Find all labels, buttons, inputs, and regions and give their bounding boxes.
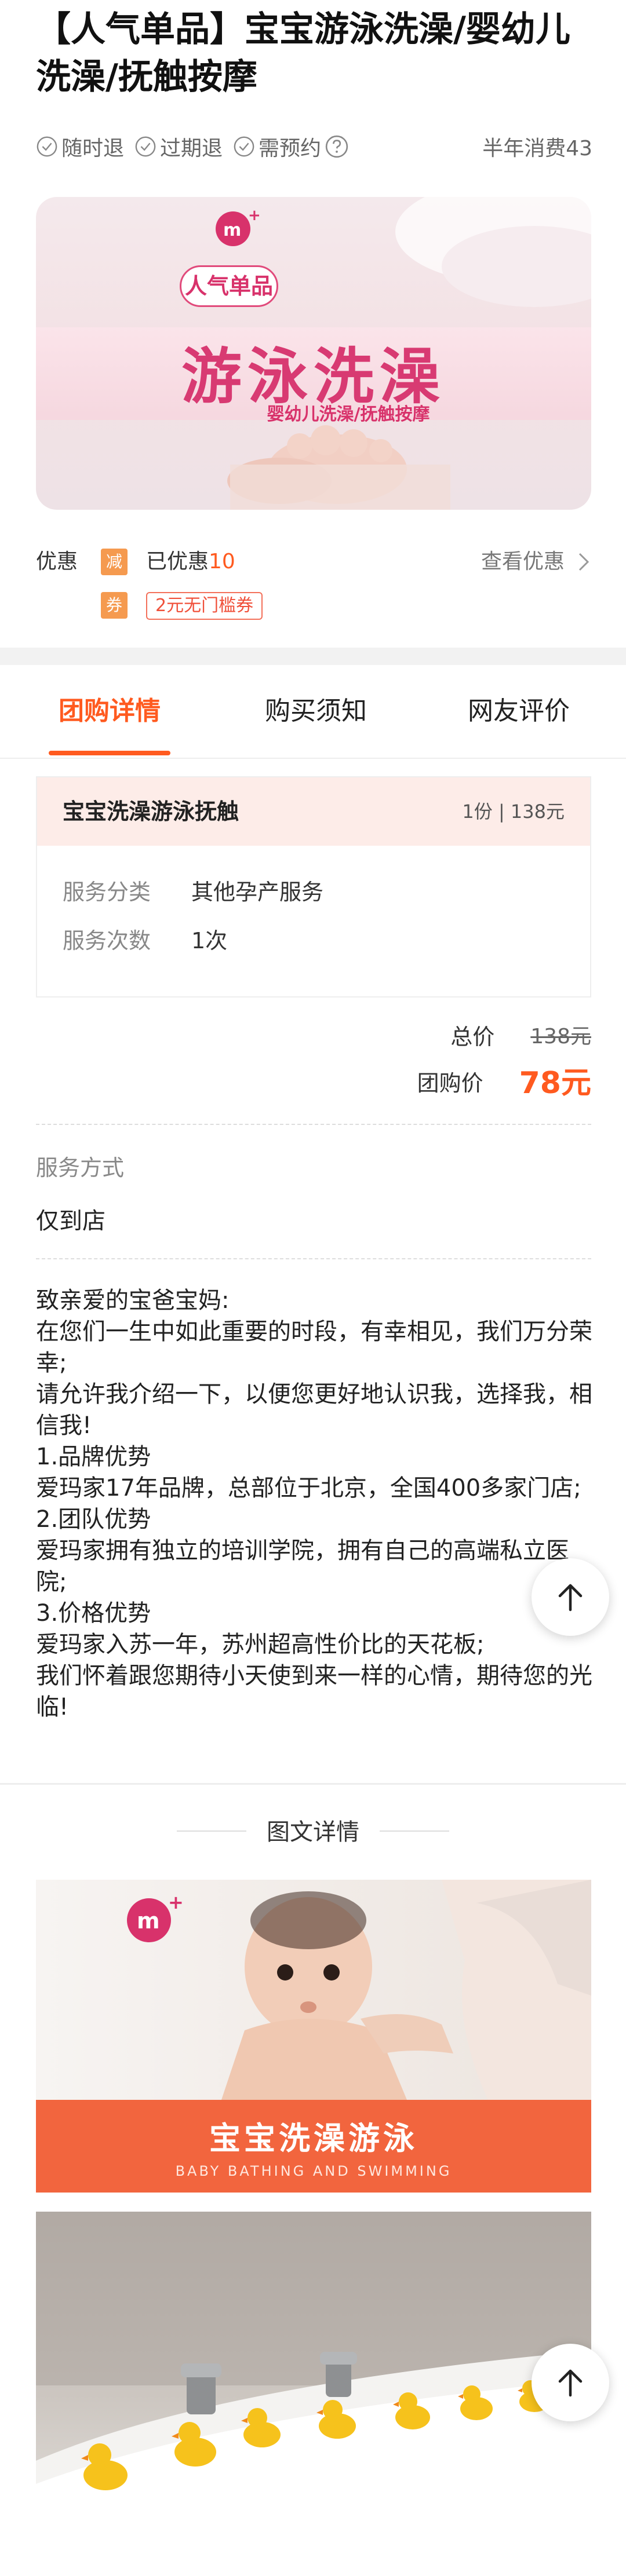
description-line: 请允许我介绍一下，以便您更好地认识我，选择我，相信我! [36,1381,592,1439]
description-line: 我们怀着跟您期待小天使到来一样的心情，期待您的光临! [36,1662,592,1720]
description-line: 爱玛家拥有独立的培训学院，拥有自己的高端私立医院; [36,1537,569,1595]
description-line: 3.价格优势 [36,1600,151,1627]
tag-reservation: 需预约 [233,131,349,162]
hero-subheadline: 婴幼儿洗澡/抚触按摩 [267,404,430,425]
saved-number: 10 [209,550,235,573]
saved-prefix: 已优惠 [146,550,209,573]
description-line: 致亲爱的宝爸宝妈: [36,1287,230,1314]
coupon-badge: 券 [101,592,128,619]
description-line: 在您们一生中如此重要的时段，有幸相见，我们万分荣幸; [36,1318,592,1376]
section-gap [0,648,626,665]
tag-label: 随时退 [61,137,125,160]
row-key: 服务次数 [63,928,151,953]
description-line: 爱玛家入苏一年，苏州超高性价比的天花板; [36,1631,485,1658]
merchant-description: 致亲爱的宝爸宝妈: 在您们一生中如此重要的时段，有幸相见，我们万分荣幸; 请允许… [36,1285,592,1723]
detail-image-tub [36,2212,591,2576]
discount-badge: 减 [101,549,128,575]
coupon-chip[interactable]: 2元无门槛券 [146,592,263,620]
tag-anytime-refund: 随时退 [36,131,124,162]
tab-purchase-notes[interactable]: 购买须知 [255,665,377,758]
package-header: 宝宝洗澡游泳抚触 1份 | 138元 [37,777,590,846]
dashed-divider [36,1124,591,1125]
sales-count: 半年消费43 [482,137,592,160]
package-quantity: 1份 | 138元 [462,801,565,823]
view-discounts-link[interactable]: 查看优惠 [481,545,592,579]
package-row-category: 服务分类 其他孕产服务 [63,869,323,915]
bathing-banner: 宝宝洗澡游泳 BABY BATHING AND SWIMMING [36,2100,591,2193]
hero-image: m + 人气单品 游泳洗澡 婴幼儿洗澡/抚触按摩 [36,197,591,510]
deal-label: 团购价 [417,1070,483,1096]
hero-tag: 人气单品 [180,265,278,307]
arrow-up-icon [558,1584,583,1612]
check-circle-icon [135,136,156,157]
section-divider [0,1783,626,1785]
dashed-divider [36,1258,591,1259]
total-price-row: 总价 138元 [450,1014,591,1060]
svg-text:+: + [248,207,261,224]
package-row-count: 服务次数 1次 [63,918,227,964]
question-circle-icon[interactable] [325,134,349,159]
tag-expired-refund: 过期退 [134,131,223,162]
deal-price: 78元 [519,1066,591,1101]
coupon-label: 优惠 [36,550,78,573]
view-discounts-label: 查看优惠 [481,550,565,573]
row-value: 其他孕产服务 [191,879,324,905]
tab-group-details[interactable]: 团购详情 [49,665,170,758]
detail-tabs: 团购详情 购买须知 网友评价 [0,665,626,759]
check-circle-icon [37,136,57,157]
description-line: 爱玛家17年品牌，总部位于北京，全国400多家门店; [36,1475,581,1501]
chevron-right-icon [578,553,589,571]
total-label: 总价 [450,1024,495,1050]
detail-image-bathing: m + 宝宝洗澡游泳 BABY BATHING AND SWIMMING [36,1880,591,2193]
check-circle-icon [234,136,254,157]
arrow-up-icon [558,2369,583,2397]
row-value: 1次 [191,928,228,953]
bathtub-ducks-photo [36,2212,591,2576]
back-to-top-button[interactable] [532,1558,609,1636]
service-method-label: 服务方式 [36,1155,125,1181]
row-key: 服务分类 [63,879,151,905]
image-details-title: 图文详情 [267,1819,359,1846]
back-to-top-button[interactable] [532,2344,609,2421]
description-line: 1.品牌优势 [36,1444,151,1470]
product-title: 【人气单品】宝宝游泳洗澡/婴幼儿洗澡/抚触按摩 [36,9,570,97]
svg-text:+: + [168,1891,184,1913]
service-method-value: 仅到店 [36,1208,105,1234]
title-rule-right [380,1830,449,1832]
original-price: 138元 [530,1025,591,1048]
banner-subtitle: BABY BATHING AND SWIMMING [175,2163,452,2179]
svg-text:m: m [223,220,241,240]
saved-amount: 已优惠10 [146,545,235,579]
service-tags: 随时退 过期退 需预约 半年消费43 [36,130,592,163]
package-card: 宝宝洗澡游泳抚触 1份 | 138元 服务分类 其他孕产服务 服务次数 1次 [36,776,591,997]
tag-label: 过期退 [160,137,223,160]
package-name: 宝宝洗澡游泳抚触 [63,799,239,824]
active-tab-indicator [49,751,170,755]
description-line: 2.团队优势 [36,1506,151,1533]
coupon-section[interactable]: 优惠 减 已优惠10 券 2元无门槛券 查看优惠 [36,545,592,626]
banner-title: 宝宝洗澡游泳 [209,2120,418,2157]
tag-label: 需预约 [259,137,322,160]
svg-text:m: m [137,1908,160,1934]
deal-price-row: 团购价 78元 [417,1060,591,1106]
tab-reviews[interactable]: 网友评价 [458,665,580,758]
